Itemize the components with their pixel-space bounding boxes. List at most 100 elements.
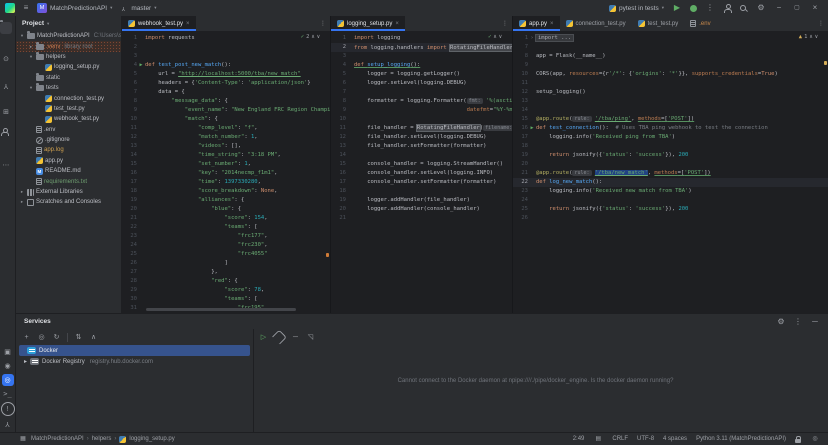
code-line[interactable]: 28 "red": { [122,277,330,286]
editor-tab[interactable]: test_test.py [632,16,685,31]
project-icon[interactable] [0,22,12,34]
more-tools-icon[interactable]: ⋯ [0,159,12,171]
code-line[interactable]: 13 [513,97,828,106]
caret-position[interactable]: 2:49 [573,436,585,442]
services-icon[interactable]: ◎ [2,374,14,386]
code-line[interactable]: 13 file_handler.setFormatter(formatter) [331,142,512,151]
code-line[interactable]: 21@app.route(rule: '/tba/new_match', met… [513,169,828,178]
code-line[interactable]: 1import requests [122,34,330,43]
code-line[interactable]: 4▶def test_post_new_match(): [122,61,330,70]
chevron-icon[interactable]: ▸ [28,44,34,50]
branch-widget[interactable]: Y master ▾ [118,3,156,13]
code-line[interactable]: 8 "message_data": { [122,97,330,106]
minimize-icon[interactable]: − [774,3,784,13]
code-line[interactable]: 19 logger.addHandler(file_handler) [331,196,512,205]
code-line[interactable]: 3 [331,52,512,61]
inspections-widget[interactable]: ✓2∧∨ [301,33,320,42]
code-line[interactable]: 11 [513,79,828,88]
run-gutter-icon[interactable]: ▶ [137,61,145,70]
run-gutter-icon[interactable]: ▶ [528,124,536,133]
settings-icon[interactable]: ⚙ [776,317,786,327]
collapse-all-icon[interactable]: ∧ [89,333,98,342]
indent-style[interactable]: 4 spaces [663,436,687,442]
breadcrumb-item[interactable]: MatchPredictionAPI [31,436,84,442]
code-line[interactable]: 8 formatter = logging.Formatter(fmt: '%(… [331,97,512,106]
code-line[interactable]: 2from logging.handlers import RotatingFi… [331,43,512,52]
chevron-icon[interactable]: ▸ [24,358,27,365]
maximize-icon[interactable]: ▢ [792,3,802,13]
profile-icon[interactable] [723,4,731,12]
editor-content[interactable]: 1import logging2from logging.handlers im… [331,31,512,313]
project-tree-item[interactable]: webhook_test.py [16,114,121,124]
file-encoding[interactable]: UTF-8 [637,436,654,442]
project-tree-item[interactable]: ▾MatchPredictionAPIC:\Users\s [16,31,121,41]
code-line[interactable]: 11 file_handler = RotatingFileHandler(fi… [331,124,512,133]
code-line[interactable]: 16▶def test_connection(): # Uses TBA pin… [513,124,828,133]
problems-icon[interactable]: ! [1,402,15,416]
project-tree-item[interactable]: ▾tests [16,83,121,93]
code-line[interactable]: 24 "frc230", [122,241,330,250]
code-line[interactable]: 5 url = "http://localhost:5000/tba/new_m… [122,70,330,79]
line-separator[interactable]: CRLF [612,436,628,442]
inspections-widget[interactable]: ▲1∧∨ [799,33,818,42]
code-line[interactable]: 14 [513,106,828,115]
add-service-icon[interactable]: + [22,333,31,342]
terminal-icon[interactable]: >_ [2,388,14,400]
inspections-status-icon[interactable]: ◎ [810,434,820,444]
editor-content[interactable]: 1import requests234▶def test_post_new_ma… [122,31,330,313]
code-line[interactable]: 22 "teams": [ [122,223,330,232]
project-tree-item[interactable]: .gitignore [16,135,121,145]
code-line[interactable]: 16 "key": "2014necmp_f1m1", [122,169,330,178]
code-line[interactable]: 26 [513,214,828,223]
code-line[interactable]: 20 [513,160,828,169]
code-line[interactable]: 17 console_handler.setFormatter(formatte… [331,178,512,187]
code-line[interactable]: 13 "videos": [], [122,142,330,151]
chevron-icon[interactable]: ▾ [28,54,34,60]
pull-requests-icon[interactable]: Y [0,80,12,92]
project-tree-item[interactable]: logging_setup.py [16,62,121,72]
expand-icon[interactable]: ◹ [306,333,315,342]
code-line[interactable]: 12 file_handler.setLevel(logging.DEBUG) [331,133,512,142]
code-line[interactable]: 10 [331,115,512,124]
code-line[interactable]: 18 "score_breakdown": None, [122,187,330,196]
more-icon[interactable]: ⋮ [793,317,803,327]
profile-stripe-icon[interactable] [0,128,12,140]
close-icon[interactable]: × [810,3,820,13]
code-line[interactable]: 10 "match": { [122,115,330,124]
search-icon[interactable] [739,4,748,13]
code-line[interactable]: 29 "score": 78, [122,286,330,295]
project-tree-item[interactable]: app.py [16,156,121,166]
service-item[interactable]: ▸Docker Registryregistry.hub.docker.com [16,356,253,367]
code-line[interactable]: 18 [331,187,512,196]
code-line[interactable]: 21 "score": 154, [122,214,330,223]
inspections-widget[interactable]: ✓∧∨ [488,33,502,42]
code-line[interactable]: 23 logging.info('Received new match from… [513,187,828,196]
service-item[interactable]: Docker [19,345,250,356]
tab-options-icon[interactable]: ⋮ [502,16,512,31]
version-control-icon[interactable]: Y [2,418,14,430]
project-tree-item[interactable]: ▸Scratches and Consoles [16,197,121,207]
code-line[interactable]: 3 [122,52,330,61]
code-line[interactable]: 27 }, [122,268,330,277]
code-line[interactable]: 7 [331,88,512,97]
code-line[interactable]: 2 [122,43,330,52]
python-interpreter[interactable]: Python 3.11 (MatchPredictionAPI) [696,436,786,442]
attach-icon[interactable] [272,330,287,345]
project-tree-item[interactable]: connection_test.py [16,93,121,103]
chevron-icon[interactable]: ▸ [19,189,25,195]
python-console-icon[interactable]: ▣ [2,346,14,358]
hide-icon[interactable]: ─ [291,333,300,342]
code-line[interactable]: 10CORS(app, resources={r'/*': {'origins'… [513,70,828,79]
next-problem-icon[interactable]: ∨ [499,33,502,42]
structure-icon[interactable]: ⊞ [0,107,12,119]
code-line[interactable]: 9 [513,61,828,70]
tab-options-icon[interactable]: ⋮ [818,16,828,31]
project-tree-item[interactable]: ▾helpers [16,52,121,62]
code-line[interactable]: 15 "set_number": 1, [122,160,330,169]
code-line[interactable]: 17 "time": 1397330280, [122,178,330,187]
prev-problem-icon[interactable]: ∧ [809,33,812,42]
code-line[interactable]: 6 headers = {'Content-Type': 'applicatio… [122,79,330,88]
run-configuration[interactable]: pytest in tests ▾ [609,5,664,12]
code-line[interactable]: 18 [513,142,828,151]
close-tab-icon[interactable]: × [550,21,554,27]
